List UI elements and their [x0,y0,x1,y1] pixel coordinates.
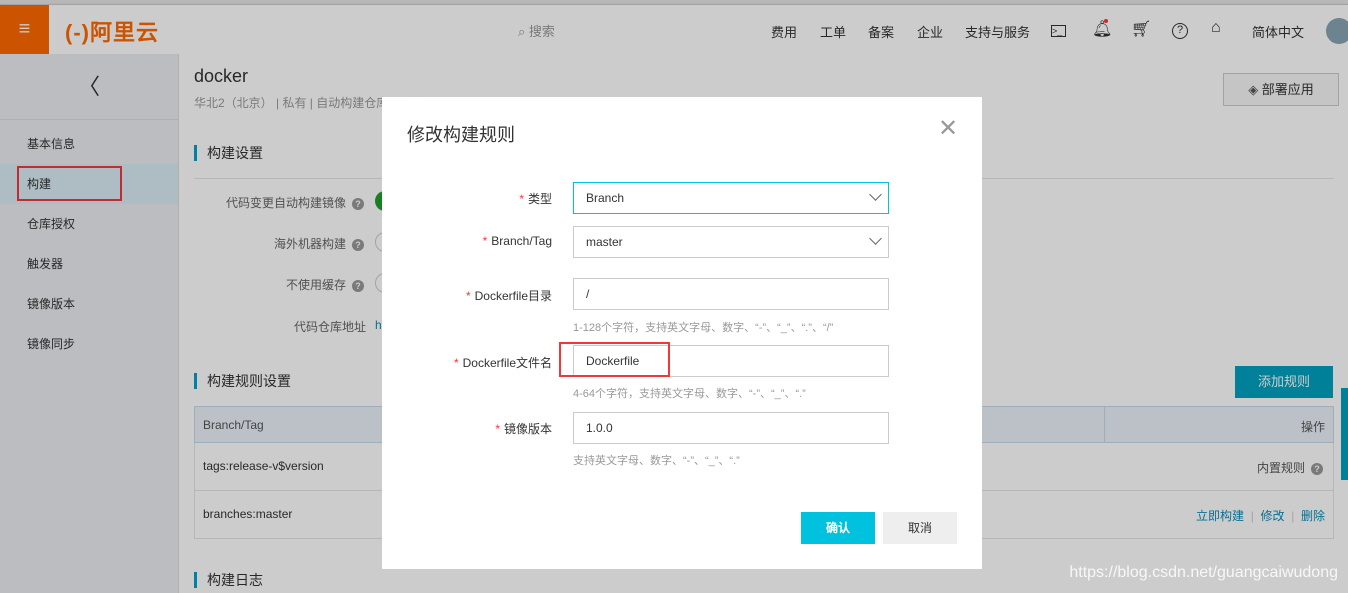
branch-tag-select[interactable]: master [573,226,889,258]
cancel-button[interactable]: 取消 [883,512,957,544]
edit-build-rule-dialog: 修改构建规则 ✕ * 类型 Branch * Branch/Tag master *… [382,97,982,569]
highlight-annotation [559,342,670,377]
image-version-hint: 支持英文字母、数字、“-”、“_”、“.” [573,455,740,467]
chevron-down-icon [869,188,882,201]
dockerfile-dir-hint: 1-128个字符，支持英文字母、数字、“-”、“_”、“.”、“/” [573,322,834,334]
type-select[interactable]: Branch [573,182,889,214]
close-icon[interactable]: ✕ [938,117,958,141]
dialog-title: 修改构建规则 [407,125,515,145]
dockerfile-dir-input[interactable]: / [573,278,889,310]
dockerfile-name-hint: 4-64个字符，支持英文字母、数字、“-”、“_”、“.” [573,388,806,400]
image-version-input[interactable]: 1.0.0 [573,412,889,444]
confirm-button[interactable]: 确认 [801,512,875,544]
watermark: https://blog.csdn.net/guangcaiwudong [1069,564,1338,581]
chevron-down-icon [869,232,882,245]
